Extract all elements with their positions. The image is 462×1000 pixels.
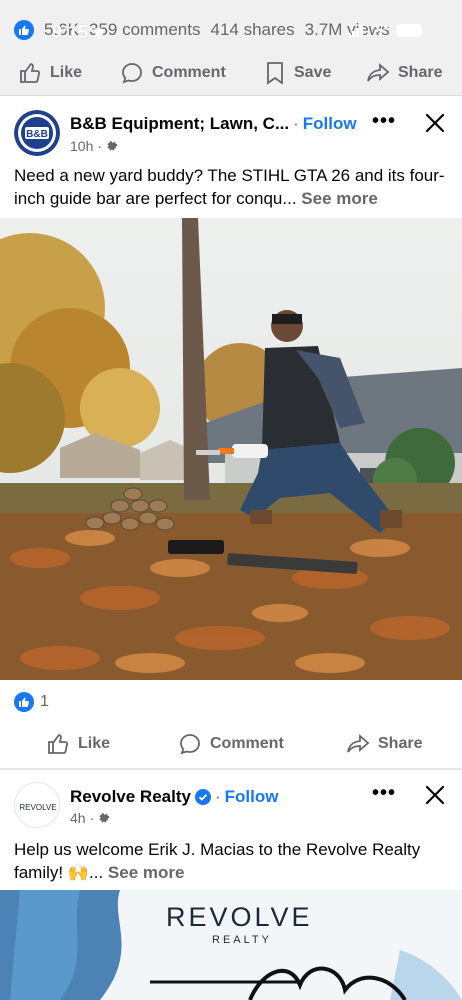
see-more-link[interactable]: See more — [301, 189, 378, 208]
status-icons — [348, 24, 422, 37]
wifi-icon — [372, 24, 388, 36]
comment-button[interactable]: Comment — [120, 61, 226, 85]
thumbs-up-icon — [20, 62, 41, 83]
mute-bell-icon — [93, 26, 105, 39]
post-author-line: B&B Equipment; Lawn, C... · Follow — [70, 114, 357, 134]
like-label: Like — [78, 735, 111, 752]
comment-icon — [180, 734, 200, 755]
caption-text: Help us welcome Erik J. Macias to the Re… — [14, 840, 421, 882]
post-header: REVOLVE Revolve Realty · Follow 4h · ••• — [0, 780, 462, 840]
shares-count[interactable]: 414 shares — [210, 20, 294, 40]
verified-badge-icon — [194, 789, 211, 805]
save-button[interactable]: Save — [264, 61, 331, 85]
post-caption: Help us welcome Erik J. Macias to the Re… — [14, 838, 448, 884]
more-options-icon[interactable]: ••• — [372, 782, 396, 805]
revolve-logo-text: REVOLVE — [166, 902, 313, 932]
page-name[interactable]: B&B Equipment; Lawn, C... — [70, 114, 289, 134]
bookmark-icon — [267, 61, 283, 85]
thumbs-up-icon — [48, 734, 69, 754]
comment-button[interactable]: Comment — [178, 732, 284, 756]
post-header: B&B B&B Equipment; Lawn, C... · Follow 1… — [0, 106, 462, 166]
like-reaction-icon — [14, 20, 34, 40]
close-icon[interactable] — [424, 784, 446, 811]
post-action-bar: Like Comment Share — [0, 721, 462, 767]
share-label: Share — [378, 735, 423, 752]
follow-button[interactable]: Follow — [225, 787, 279, 807]
chainsaw-yard-photo — [0, 218, 462, 680]
meta-dot: · — [97, 138, 103, 154]
bb-equipment-logo: B&B — [14, 110, 60, 156]
separator-dot: · — [214, 787, 221, 806]
share-button[interactable]: Share — [366, 61, 442, 85]
revolve-realty-logo: REVOLVE — [19, 803, 56, 812]
svg-text:B&B: B&B — [26, 129, 48, 140]
audience-gear-icon — [107, 141, 118, 151]
post-meta: 4h · — [70, 810, 110, 826]
comment-icon — [122, 62, 142, 83]
status-time: 9:15 — [52, 22, 106, 43]
clock-time: 9:15 — [52, 22, 89, 42]
like-reaction-icon — [14, 692, 34, 712]
post-time[interactable]: 4h — [70, 810, 86, 826]
see-more-link[interactable]: See more — [108, 863, 185, 882]
like-button[interactable]: Like — [18, 61, 82, 85]
comment-label: Comment — [152, 63, 226, 81]
post-photo[interactable] — [0, 218, 462, 680]
page-avatar[interactable]: REVOLVE — [14, 782, 60, 828]
meta-dot: · — [89, 810, 95, 826]
follow-button[interactable]: Follow — [303, 114, 357, 134]
post-author-line: Revolve Realty · Follow — [70, 787, 278, 807]
like-button[interactable]: Like — [46, 732, 110, 756]
close-icon[interactable] — [424, 112, 446, 139]
like-label: Like — [50, 63, 83, 81]
audience-gear-icon — [99, 813, 110, 823]
reaction-count: 1 — [40, 693, 49, 710]
battery-icon — [396, 24, 422, 37]
reel-action-bar: Like Comment Save Share — [0, 50, 462, 96]
engagement-stats-bar: 5.6K 359 comments 414 shares 3.7M views … — [0, 0, 462, 50]
svg-text:REVOLVE: REVOLVE — [19, 803, 56, 812]
post-divider — [0, 768, 462, 770]
signal-icon — [348, 24, 363, 37]
page-avatar[interactable]: B&B — [14, 110, 60, 156]
reaction-summary[interactable]: 1 — [14, 692, 49, 712]
share-arrow-icon — [347, 734, 370, 753]
post-time[interactable]: 10h — [70, 138, 93, 154]
revolve-logo-subtext: REALTY — [212, 934, 272, 946]
post-photo[interactable]: REVOLVE REALTY — [0, 890, 462, 1000]
post-meta: 10h · — [70, 138, 118, 154]
separator-dot: · — [293, 114, 299, 133]
share-label: Share — [398, 63, 443, 81]
post-caption: Need a new yard buddy? The STIHL GTA 26 … — [14, 164, 448, 210]
more-options-icon[interactable]: ••• — [372, 110, 396, 133]
save-label: Save — [294, 63, 332, 81]
share-arrow-icon — [367, 62, 390, 82]
comment-label: Comment — [210, 735, 284, 752]
page-name[interactable]: Revolve Realty — [70, 787, 191, 807]
caption-text: Need a new yard buddy? The STIHL GTA 26 … — [14, 166, 445, 208]
share-button[interactable]: Share — [346, 732, 422, 756]
